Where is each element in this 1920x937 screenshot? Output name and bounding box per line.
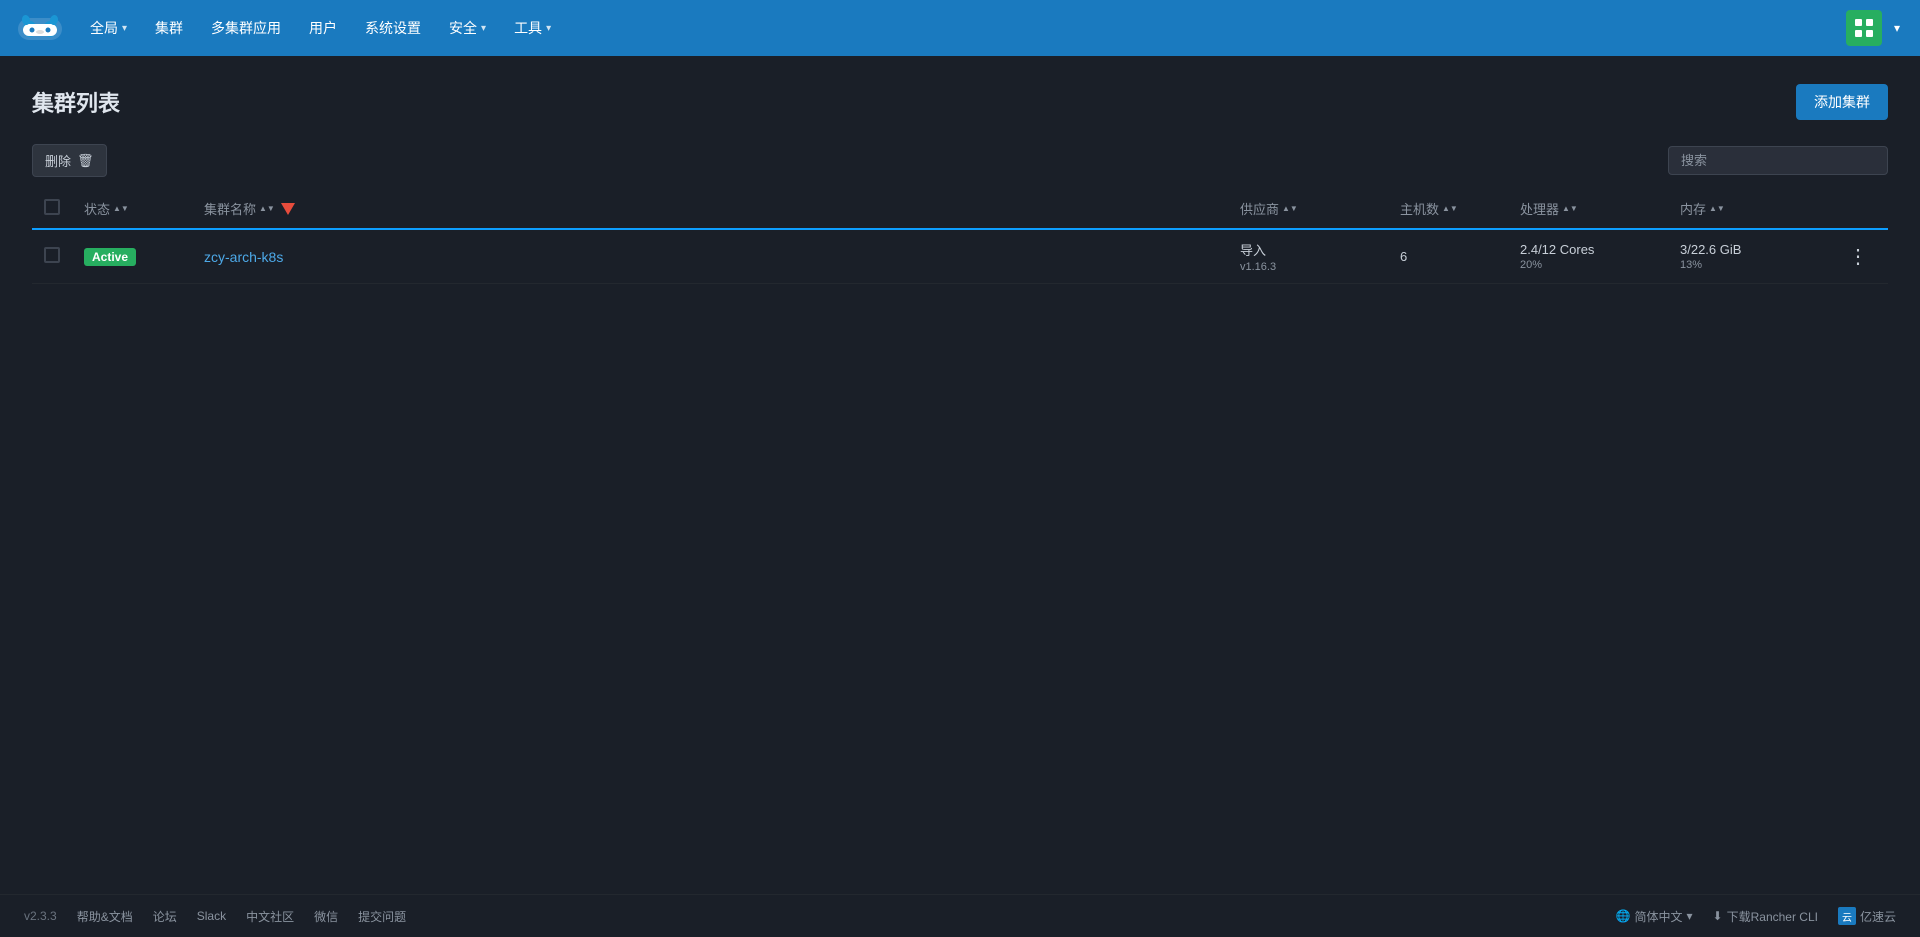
table-row: Active zcy-arch-k8s 导入 v1.16.3 6 2.4/12 … — [32, 229, 1888, 284]
hosts-count: 6 — [1400, 249, 1407, 264]
user-avatar[interactable] — [1846, 10, 1882, 46]
nav-item-cluster[interactable]: 集群 — [141, 0, 197, 56]
add-cluster-button[interactable]: 添加集群 — [1796, 84, 1888, 120]
trash-icon: 🗑 — [77, 153, 94, 169]
main-content: 集群列表 添加集群 删除 🗑 状态 ▲▼ — [0, 56, 1920, 894]
row-name-cell: zcy-arch-k8s — [192, 229, 1228, 284]
download-icon: ⬇ — [1713, 909, 1723, 923]
col-header-actions — [1828, 189, 1888, 229]
footer: v2.3.3 帮助&文档 论坛 Slack 中文社区 微信 提交问题 🌐 简体中… — [0, 894, 1920, 937]
col-header-checkbox — [32, 189, 72, 229]
cluster-name-link[interactable]: zcy-arch-k8s — [204, 249, 283, 265]
chevron-down-icon-security: ▾ — [481, 23, 486, 34]
nav-item-multicluster[interactable]: 多集群应用 — [197, 0, 295, 56]
footer-link-forum[interactable]: 论坛 — [153, 908, 177, 925]
provider-version: v1.16.3 — [1240, 261, 1376, 273]
footer-left: v2.3.3 帮助&文档 论坛 Slack 中文社区 微信 提交问题 — [24, 908, 406, 925]
nav-items: 全局 ▾ 集群 多集群应用 用户 系统设置 安全 ▾ 工具 ▾ — [76, 0, 1846, 56]
row-memory-cell: 3/22.6 GiB 13% — [1668, 229, 1828, 284]
nav-item-users[interactable]: 用户 — [295, 0, 351, 56]
table-body: Active zcy-arch-k8s 导入 v1.16.3 6 2.4/12 … — [32, 229, 1888, 284]
sort-icon-status[interactable]: ▲▼ — [113, 205, 129, 213]
chevron-down-icon-tools: ▾ — [546, 23, 551, 34]
col-header-status: 状态 ▲▼ — [72, 189, 192, 229]
footer-link-help[interactable]: 帮助&文档 — [77, 908, 133, 925]
footer-lang-selector[interactable]: 🌐 简体中文 ▾ — [1616, 908, 1693, 925]
memory-value: 3/22.6 GiB — [1680, 242, 1816, 257]
row-checkbox-cell — [32, 229, 72, 284]
row-checkbox[interactable] — [44, 247, 60, 263]
footer-version: v2.3.3 — [24, 909, 57, 923]
sort-direction-arrow — [281, 203, 295, 215]
toolbar: 删除 🗑 — [32, 144, 1888, 189]
footer-right: 🌐 简体中文 ▾ ⬇ 下载Rancher CLI 云 亿速云 — [1616, 907, 1896, 925]
memory-percent: 13% — [1680, 259, 1816, 271]
row-actions-cell: ⋮ — [1828, 229, 1888, 284]
col-header-memory: 内存 ▲▼ — [1668, 189, 1828, 229]
nav-item-global[interactable]: 全局 ▾ — [76, 0, 141, 56]
provider-name: 导入 — [1240, 240, 1376, 259]
navbar-logo[interactable] — [16, 10, 64, 46]
sort-icon-provider[interactable]: ▲▼ — [1282, 205, 1298, 213]
footer-download-cli[interactable]: ⬇ 下载Rancher CLI — [1713, 908, 1818, 925]
globe-icon: 🌐 — [1616, 909, 1631, 923]
yiyun-icon: 云 — [1838, 907, 1856, 925]
sort-icon-cpu[interactable]: ▲▼ — [1562, 205, 1578, 213]
row-actions-button[interactable]: ⋮ — [1840, 245, 1876, 269]
nav-item-settings[interactable]: 系统设置 — [351, 0, 435, 56]
search-input[interactable] — [1668, 146, 1888, 175]
cluster-table: 状态 ▲▼ 集群名称 ▲▼ 供应商 ▲▼ — [32, 189, 1888, 284]
navbar: 全局 ▾ 集群 多集群应用 用户 系统设置 安全 ▾ 工具 ▾ — [0, 0, 1920, 56]
col-header-name: 集群名称 ▲▼ — [192, 189, 1228, 229]
status-badge: Active — [84, 248, 136, 266]
nav-item-tools[interactable]: 工具 ▾ — [500, 0, 565, 56]
sort-icon-memory[interactable]: ▲▼ — [1709, 205, 1725, 213]
row-status-cell: Active — [72, 229, 192, 284]
page-title: 集群列表 — [32, 86, 120, 118]
col-header-hosts: 主机数 ▲▼ — [1388, 189, 1508, 229]
footer-link-wechat[interactable]: 微信 — [314, 908, 338, 925]
toolbar-left: 删除 🗑 — [32, 144, 107, 177]
row-hosts-cell: 6 — [1388, 229, 1508, 284]
col-header-cpu: 处理器 ▲▼ — [1508, 189, 1668, 229]
footer-link-community[interactable]: 中文社区 — [246, 908, 294, 925]
search-wrap — [1668, 146, 1888, 175]
delete-button[interactable]: 删除 🗑 — [32, 144, 107, 177]
cpu-percent: 20% — [1520, 259, 1656, 271]
row-cpu-cell: 2.4/12 Cores 20% — [1508, 229, 1668, 284]
navbar-right: ▾ — [1846, 10, 1904, 46]
yiyun-logo[interactable]: 云 亿速云 — [1838, 907, 1896, 925]
footer-link-issues[interactable]: 提交问题 — [358, 908, 406, 925]
footer-link-slack[interactable]: Slack — [197, 909, 226, 923]
chevron-down-icon-lang: ▾ — [1687, 909, 1693, 923]
select-all-checkbox[interactable] — [44, 199, 60, 215]
nav-item-security[interactable]: 安全 ▾ — [435, 0, 500, 56]
user-dropdown-button[interactable]: ▾ — [1890, 17, 1904, 39]
sort-icon-hosts[interactable]: ▲▼ — [1442, 205, 1458, 213]
table-header: 状态 ▲▼ 集群名称 ▲▼ 供应商 ▲▼ — [32, 189, 1888, 229]
chevron-down-icon: ▾ — [122, 23, 127, 34]
cpu-value: 2.4/12 Cores — [1520, 242, 1656, 257]
row-provider-cell: 导入 v1.16.3 — [1228, 229, 1388, 284]
col-header-provider: 供应商 ▲▼ — [1228, 189, 1388, 229]
sort-icon-name[interactable]: ▲▼ — [259, 205, 275, 213]
page-header: 集群列表 添加集群 — [32, 84, 1888, 120]
